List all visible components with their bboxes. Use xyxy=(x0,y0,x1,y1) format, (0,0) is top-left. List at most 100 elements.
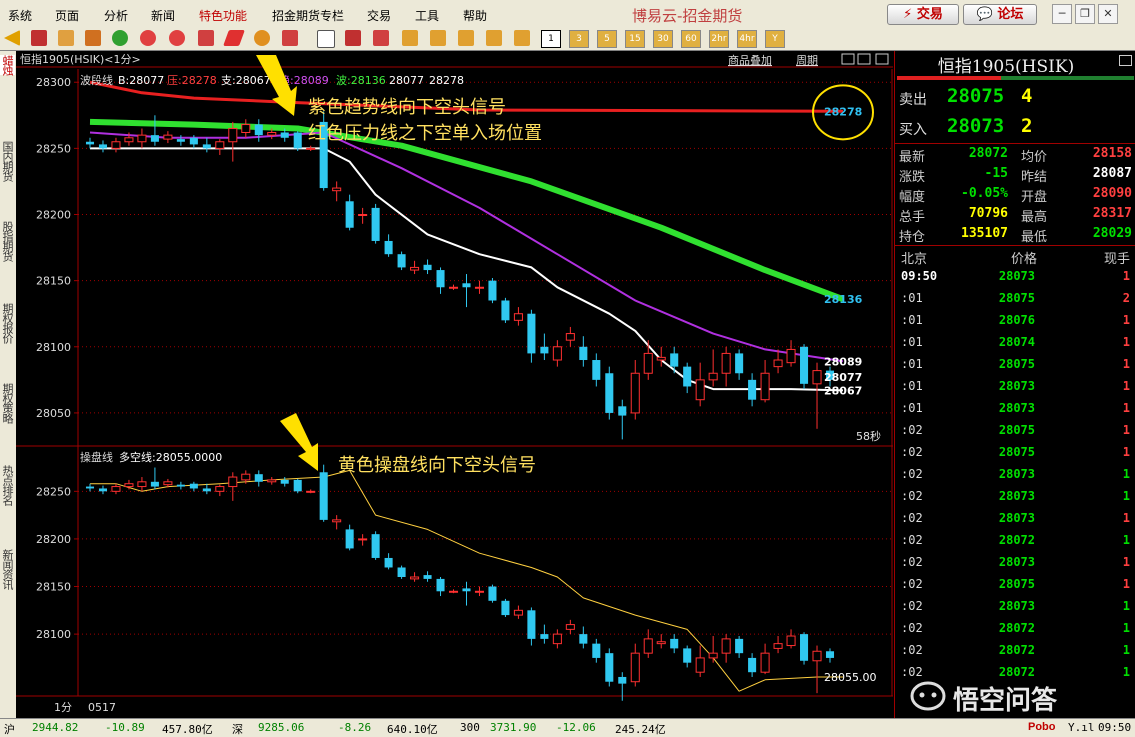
overlay-link[interactable]: 商品叠加 xyxy=(728,53,772,67)
close-window-icon[interactable]: ✕ xyxy=(1098,4,1118,24)
tick-row[interactable]: :02 28075 1 xyxy=(895,577,1135,599)
chart-area[interactable]: 恒指1905(HSIK)<1分> 商品叠加 周期 28300 28250 28200 281… xyxy=(16,51,893,718)
chat-icon: 💬 xyxy=(976,7,993,22)
tick-row[interactable]: :02 28075 1 xyxy=(895,445,1135,467)
refresh-icon[interactable] xyxy=(112,30,128,46)
menu-item[interactable]: 系统 xyxy=(8,7,32,24)
sidebar-tab[interactable]: 新闻资讯 xyxy=(0,549,15,589)
status-bar: 沪 2944.82 -10.89 457.80亿 深 9285.06 -8.26… xyxy=(0,718,1135,737)
calendar-icon[interactable] xyxy=(85,30,101,46)
sidebar-tab[interactable]: 蜡烛 xyxy=(0,55,15,75)
home-icon[interactable] xyxy=(31,30,47,46)
paint-icon[interactable] xyxy=(254,30,270,46)
tick-row[interactable]: :02 28073 1 xyxy=(895,555,1135,577)
period-link[interactable]: 周期 xyxy=(796,54,818,67)
zoom-out-icon[interactable] xyxy=(169,30,185,46)
main-candle-body xyxy=(345,201,354,228)
book-icon[interactable] xyxy=(58,30,74,46)
period-button[interactable]: 1 xyxy=(541,30,561,48)
menu-item[interactable]: 工具 xyxy=(415,7,439,24)
main-candle-body xyxy=(748,379,757,400)
sell-qty: 4 xyxy=(1021,85,1033,107)
sidebar-tab[interactable]: 国内期货 xyxy=(0,141,15,181)
tick-row[interactable]: :01 28073 1 xyxy=(895,379,1135,401)
sell-row[interactable]: 卖出 28075 4 xyxy=(895,85,1135,111)
tick-row[interactable]: :02 28072 1 xyxy=(895,643,1135,665)
status-hu-label: 沪 xyxy=(4,723,15,736)
tick-row[interactable]: :01 28075 2 xyxy=(895,291,1135,313)
tick-row[interactable]: :02 28072 1 xyxy=(895,621,1135,643)
sidebar-tab[interactable]: 热点排名 xyxy=(0,465,15,505)
sub-candle-body xyxy=(462,588,471,592)
menu-item[interactable]: 招金期货专栏 xyxy=(272,7,344,24)
month-icon[interactable] xyxy=(458,30,474,46)
status-300-label: 300 xyxy=(460,721,480,734)
forum-button[interactable]: 💬 论坛 xyxy=(963,4,1037,25)
tick-row[interactable]: :02 28073 1 xyxy=(895,489,1135,511)
sidebar-tab[interactable]: 期权策略 xyxy=(0,383,15,423)
pen-icon[interactable] xyxy=(223,30,245,46)
sub-candle-body xyxy=(618,676,627,684)
menu-item[interactable]: 特色功能 xyxy=(199,7,247,24)
tick-row[interactable]: :02 28073 1 xyxy=(895,467,1135,489)
week-icon[interactable] xyxy=(430,30,446,46)
buy-row[interactable]: 买入 28073 2 xyxy=(895,115,1135,141)
trade-button[interactable]: ⚡ 交易 xyxy=(887,4,959,25)
chart-header-title: 恒指1905(HSIK)<1分> xyxy=(20,52,141,66)
minimize-window-icon[interactable]: ─ xyxy=(1052,4,1072,24)
day-icon[interactable] xyxy=(402,30,418,46)
sub-candle-body xyxy=(474,590,484,593)
tick-row[interactable]: :02 28075 1 xyxy=(895,423,1135,445)
back-arrow-icon[interactable] xyxy=(4,30,20,46)
quote-value: 70796 xyxy=(968,206,1008,221)
sidebar-tab[interactable]: 期权报价 xyxy=(0,303,15,343)
main-candle-body xyxy=(137,134,147,143)
season-icon[interactable] xyxy=(486,30,502,46)
legend-v2: 28278 xyxy=(429,74,464,87)
tick-row[interactable]: :01 28075 1 xyxy=(895,357,1135,379)
candlestick-chart-svg[interactable]: 恒指1905(HSIK)<1分> 商品叠加 周期 28300 28250 28200 281… xyxy=(16,51,893,718)
sub-candle-body xyxy=(592,643,601,658)
tick-row[interactable]: :02 28073 1 xyxy=(895,599,1135,621)
tick-row[interactable]: :01 28074 1 xyxy=(895,335,1135,357)
tick-row[interactable]: :01 28073 1 xyxy=(895,401,1135,423)
menu-item[interactable]: 分析 xyxy=(104,7,128,24)
year-icon[interactable] xyxy=(514,30,530,46)
menu-item[interactable]: 页面 xyxy=(55,7,79,24)
period-button[interactable]: 5 xyxy=(597,30,617,48)
window-icon[interactable] xyxy=(198,30,214,46)
menu-item[interactable]: 帮助 xyxy=(463,7,487,24)
line-chart-icon[interactable] xyxy=(345,30,361,46)
tick-row[interactable]: :02 28072 1 xyxy=(895,533,1135,555)
sub-candle-body xyxy=(410,576,420,580)
tick-icon[interactable] xyxy=(373,30,389,46)
period-button[interactable]: 30 xyxy=(653,30,673,48)
period-button[interactable]: 4hr xyxy=(737,30,757,48)
sub-candle-body xyxy=(708,652,718,659)
menu-item[interactable]: 交易 xyxy=(367,7,391,24)
restore-window-icon[interactable]: ❐ xyxy=(1075,4,1095,24)
period-button[interactable]: 3 xyxy=(569,30,589,48)
zoom-in-icon[interactable] xyxy=(140,30,156,46)
quote-label: 开盘 xyxy=(1021,190,1048,205)
main-candle-body xyxy=(670,353,679,367)
sub-candle-body xyxy=(513,609,523,616)
tick-row[interactable]: :02 28073 1 xyxy=(895,511,1135,533)
tick-time: :02 xyxy=(901,533,923,547)
main-candle-body xyxy=(280,132,289,138)
period-button[interactable]: 15 xyxy=(625,30,645,48)
period-button[interactable]: 2hr xyxy=(709,30,729,48)
tick-row[interactable]: :01 28076 1 xyxy=(895,313,1135,335)
period-button[interactable]: Y xyxy=(765,30,785,48)
filter-icon[interactable] xyxy=(282,30,298,46)
main-candle-body xyxy=(708,372,718,381)
main-candle-body xyxy=(85,141,95,145)
quote-value: 28090 xyxy=(1092,186,1132,201)
menu-item[interactable]: 新闻 xyxy=(151,7,175,24)
tick-row[interactable]: 09:50 28073 1 xyxy=(895,269,1135,291)
main-candle-body xyxy=(643,352,653,374)
sidebar-tab[interactable]: 股指期货 xyxy=(0,221,15,261)
list-icon[interactable] xyxy=(317,30,335,48)
period-button[interactable]: 60 xyxy=(681,30,701,48)
panel-expand-icon[interactable] xyxy=(1119,55,1132,66)
